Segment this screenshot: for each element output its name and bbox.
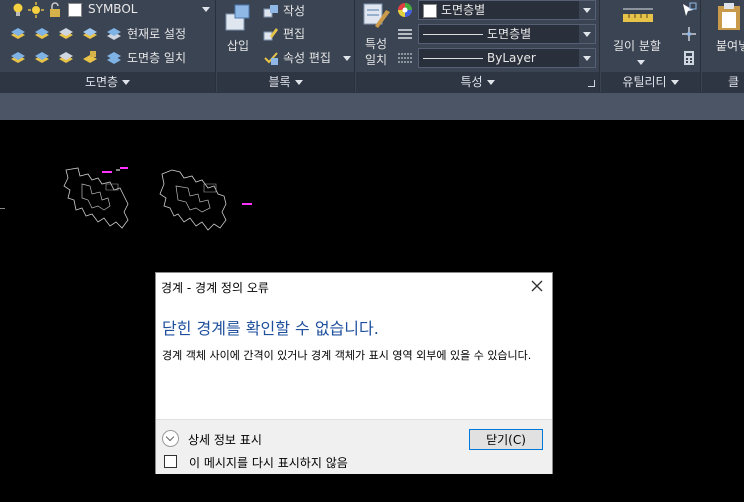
clipboard-panel: 붙여넣 클립 [702,0,744,92]
layer-panel-title-text: 도면층 [84,75,119,89]
utilities-panel-title[interactable]: 유틸리티 [601,72,700,92]
edit-block-icon[interactable] [263,26,279,42]
clipboard-panel-title-text: 클립 [728,75,740,89]
chevron-down-icon [162,430,179,447]
layer-unisolate-icon[interactable] [34,50,50,66]
layer-isolate-icon[interactable] [34,26,50,42]
dialog-message: 경계 객체 사이에 간격이 있거나 경계 객체가 표시 영역 외부에 있을 수 … [162,349,532,362]
match-properties-icon[interactable] [362,2,392,32]
match-layer-button[interactable]: 도면층 일치 [127,50,186,66]
chevron-down-icon [670,80,679,85]
lineweight-icon[interactable] [397,50,413,66]
insert-button[interactable]: 삽입 [227,38,249,54]
clipboard-panel-title[interactable]: 클립 [702,72,744,92]
insert-block-icon[interactable] [223,2,253,34]
layer-combo-value: SYMBOL [88,2,138,16]
layer-freeze-icon[interactable] [58,26,74,42]
paste-button[interactable]: 붙여넣 [716,38,744,54]
color-combo-value: 도면층별 [441,3,486,17]
layer-walk-icon[interactable] [10,50,26,66]
create-block-icon[interactable] [263,3,279,19]
color-wheel-icon[interactable] [397,2,413,18]
edit-block-button[interactable]: 편집 [283,26,305,42]
quick-select-icon[interactable] [681,2,697,18]
drawing-geometry-right [159,169,252,231]
lineweight-combo[interactable]: ByLayer [418,48,596,68]
document-tab-strip [0,92,744,120]
chevron-down-icon [579,1,595,19]
properties-panel-title-text: 특성 [460,75,483,89]
chevron-down-icon [294,80,303,85]
dialog-title: 경계 - 경계 정의 오류 [161,281,269,295]
block-panel-title-text: 블록 [268,75,291,89]
unlock-icon[interactable] [47,2,63,18]
checkbox-box [164,455,177,468]
layer-off-icon[interactable] [82,26,98,42]
layer-color-swatch [68,3,82,17]
create-block-button[interactable]: 작성 [283,3,305,19]
properties-panel: 특성 일치 도면층별 도면층별 ByLayer 특성 [356,0,600,92]
ucs-tick [0,208,5,209]
lightbulb-icon[interactable] [10,2,26,18]
lineweight-sample [423,58,483,59]
utilities-panel: 길이 분할 유틸리티 [601,0,701,92]
calculator-icon[interactable] [681,50,697,66]
chevron-down-icon [198,0,214,18]
layer-lock-icon[interactable] [82,50,98,66]
set-current-layer-icon[interactable] [106,26,122,42]
linetype-combo[interactable]: 도면층별 [418,24,596,44]
measure-icon[interactable] [621,6,655,28]
sun-icon[interactable] [28,2,44,18]
chevron-down-icon [579,25,595,43]
linetype-combo-value: 도면층별 [487,27,532,41]
close-icon[interactable] [528,277,546,295]
layer-combo[interactable]: SYMBOL [84,0,214,20]
id-point-icon[interactable] [681,26,697,42]
linetype-icon[interactable] [397,26,413,42]
chevron-down-icon [579,49,595,67]
lineweight-combo-value: ByLayer [487,51,536,65]
block-panel-title[interactable]: 블록 [217,72,354,92]
layer-panel: SYMBOL 현재로 설정 도면층 일치 도면층 [0,0,216,92]
set-current-button[interactable]: 현재로 설정 [127,26,186,42]
drawing-geometry-left [63,167,129,229]
color-swatch [423,3,437,18]
chevron-down-icon [486,80,495,85]
dont-show-again-label: 이 메시지를 다시 표시하지 않음 [189,456,348,470]
show-details-label: 상세 정보 표시 [188,433,262,447]
block-panel: 삽입 작성 편집 속성 편집 블록 [217,0,355,92]
ribbon: SYMBOL 현재로 설정 도면층 일치 도면층 삽입 작성 편집 속성 편집 … [0,0,744,92]
edit-attributes-icon[interactable] [263,50,279,66]
panel-launcher-icon[interactable] [588,80,595,87]
measure-dropdown[interactable] [637,60,645,65]
edit-attributes-dropdown[interactable] [343,56,351,61]
color-combo[interactable]: 도면층별 [418,0,596,20]
match-properties-button[interactable]: 특성 일치 [365,36,387,68]
measure-button[interactable]: 길이 분할 [613,38,661,54]
linetype-sample [423,34,483,35]
layer-thaw-icon[interactable] [58,50,74,66]
layer-properties-icon[interactable] [10,26,26,42]
edit-attributes-button[interactable]: 속성 편집 [283,50,331,66]
dialog-heading: 닫힌 경계를 확인할 수 없습니다. [162,319,379,338]
boundary-error-dialog: 경계 - 경계 정의 오류 닫힌 경계를 확인할 수 없습니다. 경계 객체 사… [155,272,553,474]
paste-icon[interactable] [714,2,744,32]
dialog-footer: 상세 정보 표시 닫기(C) 이 메시지를 다시 표시하지 않음 [156,419,552,474]
match-layer-icon[interactable] [106,50,122,66]
properties-panel-title[interactable]: 특성 [356,72,599,92]
close-button[interactable]: 닫기(C) [469,429,543,450]
utilities-panel-title-text: 유틸리티 [622,75,667,89]
layer-panel-title[interactable]: 도면층 [0,72,215,92]
chevron-down-icon [122,80,131,85]
